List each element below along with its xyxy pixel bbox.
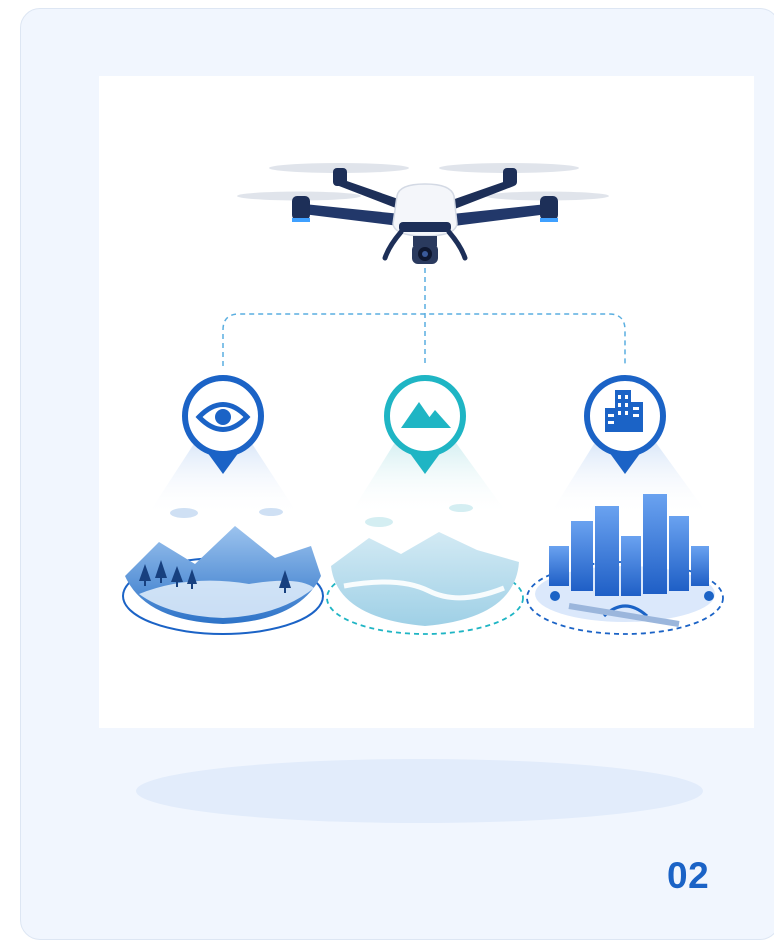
card: 02 (20, 8, 774, 940)
drop-shadow (136, 759, 703, 823)
connector-lines (222, 268, 626, 366)
card-number: 02 (667, 855, 710, 896)
landscape-nature (122, 508, 324, 635)
landscape-river (326, 504, 524, 635)
illustration (99, 76, 754, 728)
drone-icon (237, 163, 609, 264)
illustration-svg (122, 163, 724, 635)
